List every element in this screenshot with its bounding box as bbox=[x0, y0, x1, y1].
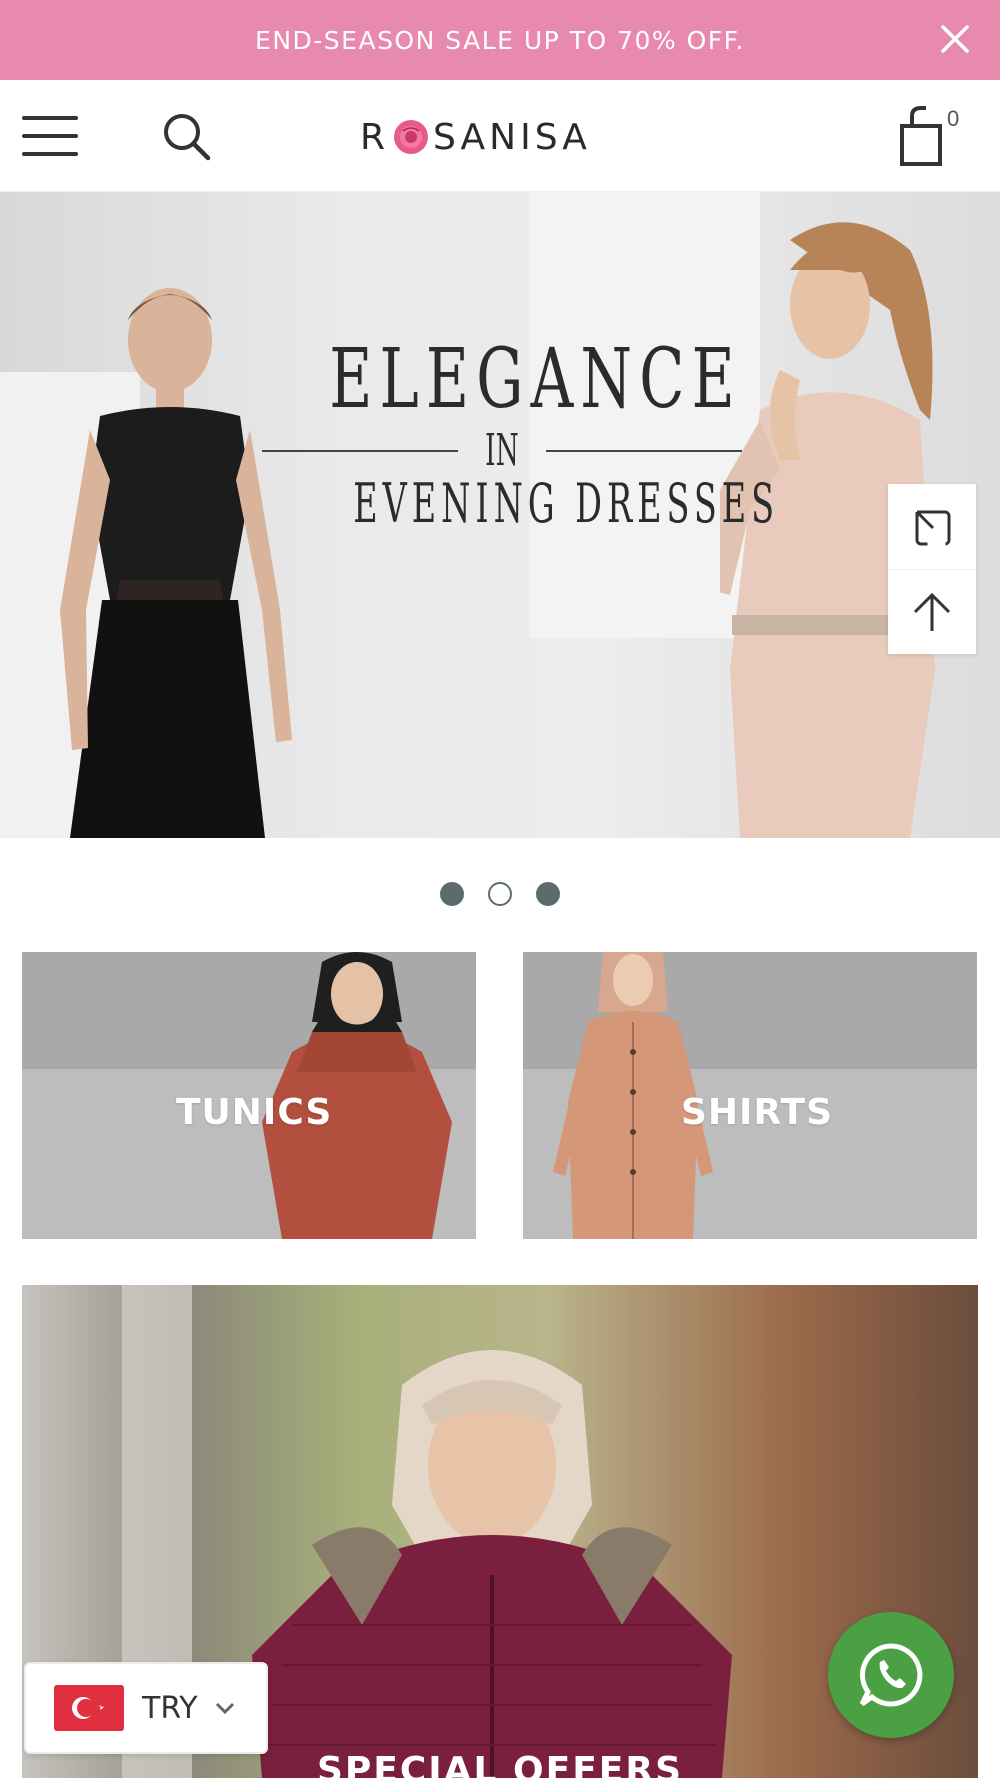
whatsapp-icon bbox=[859, 1643, 923, 1707]
hero-title-line2: IN bbox=[485, 425, 519, 476]
announcement-text: END-SEASON SALE UP TO 70% OFF. bbox=[255, 25, 745, 55]
search-icon[interactable] bbox=[160, 110, 212, 162]
cart-count: 0 bbox=[947, 106, 960, 131]
divider-line bbox=[545, 449, 742, 452]
slide-dot-2[interactable] bbox=[488, 882, 512, 906]
category-label-tunics: TUNICS bbox=[176, 1092, 333, 1133]
divider-line bbox=[262, 449, 459, 452]
currency-code: TRY bbox=[142, 1690, 198, 1726]
model-puffer-jacket-image bbox=[252, 1350, 732, 1778]
chevron-down-icon bbox=[215, 1702, 234, 1715]
category-tile-tunics[interactable]: TUNICS bbox=[22, 952, 476, 1239]
slider-pagination bbox=[0, 882, 1000, 906]
expand-icon bbox=[915, 510, 951, 545]
expand-button[interactable] bbox=[888, 484, 976, 569]
hero-title-line3: EVENING DRESSES bbox=[353, 472, 780, 535]
slide-dot-1[interactable] bbox=[440, 882, 464, 906]
site-logo[interactable]: R SANISA bbox=[360, 114, 591, 160]
announcement-bar: END-SEASON SALE UP TO 70% OFF. bbox=[0, 0, 1000, 80]
floating-tools bbox=[888, 484, 976, 654]
currency-selector[interactable]: TRY bbox=[24, 1662, 268, 1754]
close-icon[interactable] bbox=[934, 18, 976, 60]
hero-title-line1: ELEGANCE bbox=[329, 332, 742, 427]
arrow-up-icon bbox=[913, 592, 951, 631]
site-header: R SANISA 0 bbox=[0, 80, 1000, 192]
hero-title: ELEGANCE IN EVENING DRESSES bbox=[262, 332, 780, 535]
menu-icon[interactable] bbox=[22, 114, 80, 158]
logo-text-left: R bbox=[360, 116, 390, 158]
whatsapp-button[interactable] bbox=[828, 1612, 954, 1738]
category-tile-shirts[interactable]: SHIRTS bbox=[523, 952, 977, 1239]
scroll-top-button[interactable] bbox=[888, 569, 976, 654]
promo-label: SPECIAL OFFERS bbox=[316, 1750, 684, 1778]
category-label-shirts: SHIRTS bbox=[681, 1092, 834, 1133]
cart-icon[interactable] bbox=[896, 104, 948, 168]
slide-dot-3[interactable] bbox=[536, 882, 560, 906]
rose-logo-icon bbox=[394, 120, 429, 154]
hero-banner[interactable]: ELEGANCE IN EVENING DRESSES bbox=[0, 192, 1000, 838]
logo-text-right: SANISA bbox=[433, 116, 591, 158]
turkey-flag-icon bbox=[54, 1685, 124, 1731]
